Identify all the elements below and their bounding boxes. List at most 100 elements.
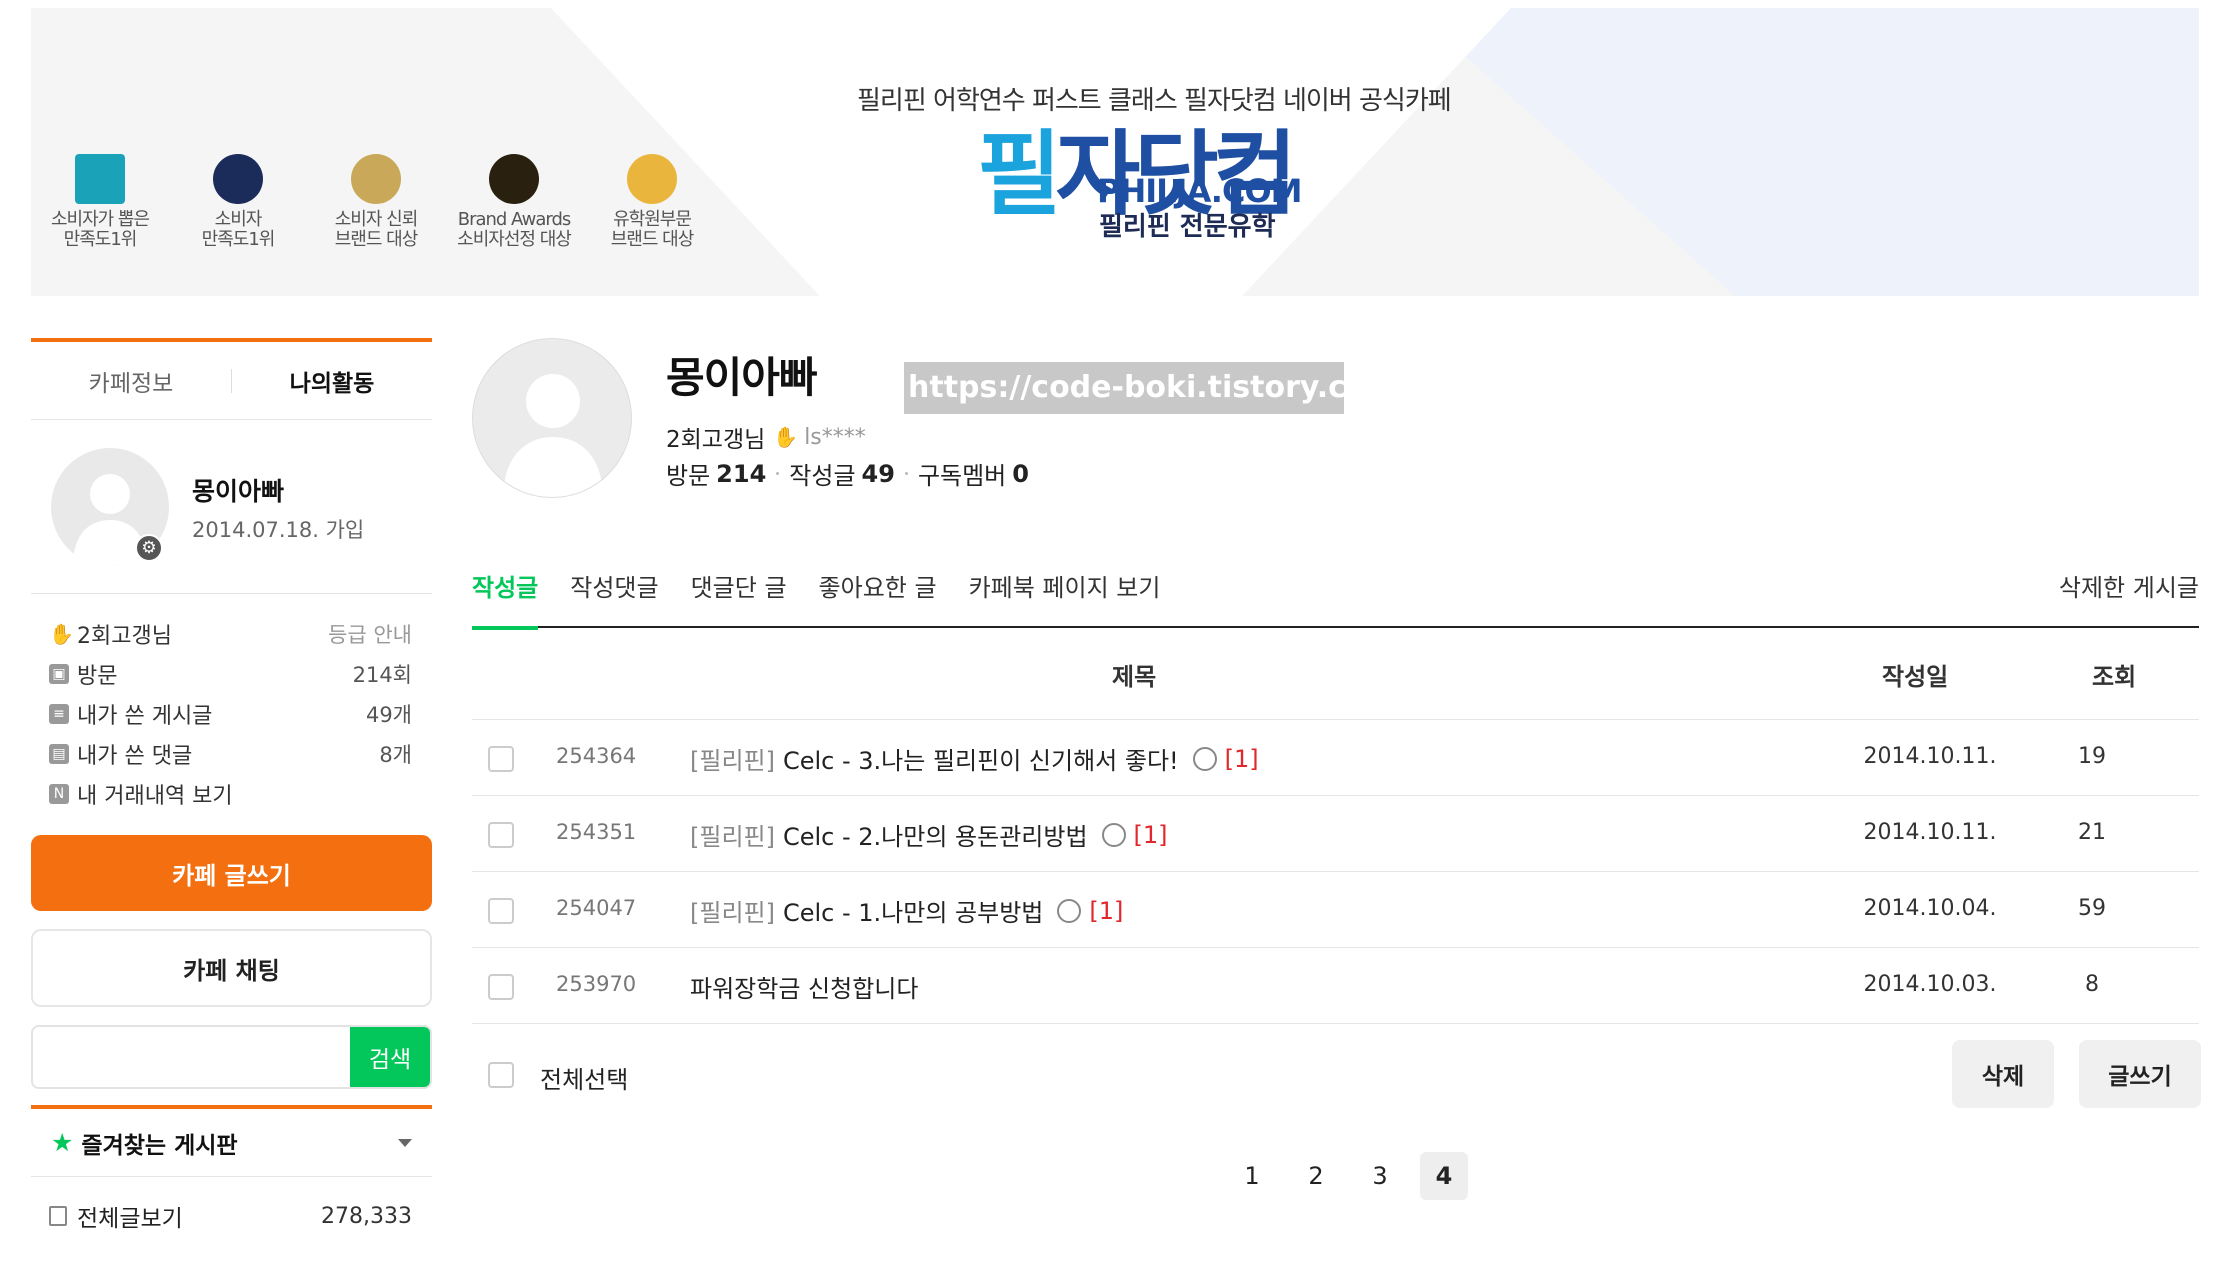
award-item: 소비자가 뽑은 만족도1위 [31, 154, 169, 250]
select-all-checkbox[interactable] [488, 1062, 514, 1088]
all-posts-label: 전체글보기 [77, 1206, 183, 1232]
row-checkbox[interactable] [488, 746, 514, 772]
kcsa-badge-icon [213, 154, 263, 204]
post-views: 21 [2078, 820, 2106, 845]
post-icon: ≡ [49, 704, 69, 724]
philja-logo[interactable]: 필자닷컴 PHILJA.COM 필리핀 전문유학 [977, 120, 1317, 242]
post-number: 254364 [556, 744, 637, 768]
ksci-badge-icon [75, 154, 125, 204]
column-views: 조회 [2092, 663, 2137, 691]
stat-value: 8개 [379, 743, 412, 767]
watermark-text: https://code-boki.tistory.com [904, 362, 1398, 414]
search-input[interactable] [33, 1027, 350, 1087]
default-avatar-icon [503, 374, 603, 497]
crown-badge-icon [351, 154, 401, 204]
award-item: 유학원부문 브랜드 대상 [583, 154, 721, 250]
page-button[interactable]: 1 [1228, 1152, 1276, 1200]
comment-count[interactable]: [1] [1225, 745, 1259, 773]
post-number: 253970 [556, 972, 637, 996]
write-button[interactable]: 글쓰기 [2079, 1040, 2201, 1108]
post-title-link[interactable]: [필리핀] Celc - 1.나만의 공부방법 [1] [690, 893, 1123, 928]
table-row: 254364 [필리핀] Celc - 3.나는 필리핀이 신기해서 좋다! [… [472, 720, 2199, 796]
page-button[interactable]: 2 [1292, 1152, 1340, 1200]
search-button[interactable]: 검색 [350, 1027, 430, 1087]
cafe-search: 검색 [31, 1025, 432, 1089]
post-title: 파워장학금 신청합니다 [690, 975, 919, 1003]
post-title-link[interactable]: [필리핀] Celc - 3.나는 필리핀이 신기해서 좋다! [1] [690, 741, 1259, 776]
post-title: Celc - 3.나는 필리핀이 신기해서 좋다! [782, 747, 1179, 775]
stat-label: 내가 쓴 댓글 [77, 744, 193, 769]
comment-count[interactable]: [1] [1134, 821, 1168, 849]
post-views: 59 [2078, 896, 2106, 921]
tab-cafebook[interactable]: 카페북 페이지 보기 [969, 548, 1161, 628]
profile-joined: 2014.07.18. 가입 [192, 518, 365, 542]
chevron-down-icon [398, 1138, 412, 1147]
stat-transactions[interactable]: N 내 거래내역 보기 [31, 774, 432, 814]
sidebar-tabs: 카페정보 나의활동 [31, 338, 432, 420]
award-item: 소비자 신뢰 브랜드 대상 [307, 154, 445, 250]
visit-label: 방문 [666, 462, 711, 490]
select-all-label[interactable]: 전체선택 [540, 1060, 628, 1095]
grade-guide-link[interactable]: 등급 안내 [328, 619, 412, 649]
stat-posts[interactable]: ≡ 내가 쓴 게시글 49개 [31, 694, 432, 734]
posts-label: 작성글 [789, 462, 856, 490]
banner-tagline: 필리핀 어학연수 퍼스트 클래스 필자닷컴 네이버 공식카페 [857, 86, 1452, 116]
tab-cafe-info[interactable]: 카페정보 [31, 364, 231, 398]
post-title: Celc - 1.나만의 공부방법 [782, 899, 1044, 927]
row-checkbox[interactable] [488, 974, 514, 1000]
favorite-boards-toggle[interactable]: ★ 즐겨찾는 게시판 [31, 1105, 432, 1177]
tab-my-comments[interactable]: 작성댓글 [570, 548, 658, 628]
cafe-chat-button[interactable]: 카페 채팅 [31, 929, 432, 1007]
post-title-link[interactable]: 파워장학금 신청합니다 [690, 969, 918, 1004]
tab-liked-posts[interactable]: 좋아요한 글 [819, 548, 937, 628]
column-date: 작성일 [1882, 663, 1949, 691]
member-id: ls**** [804, 424, 866, 450]
table-actions: 전체선택 삭제 글쓰기 [472, 1040, 2201, 1110]
subscribers-label: 구독멤버 [917, 462, 1007, 490]
table-header: 제목 작성일 조회 [472, 630, 2199, 720]
cafe-banner[interactable]: 필리핀 어학연수 퍼스트 클래스 필자닷컴 네이버 공식카페 필자닷컴 PHIL… [31, 8, 2199, 296]
visit-icon: ▣ [49, 664, 69, 684]
post-views: 8 [2085, 972, 2099, 997]
award-label: 유학원부문 브랜드 대상 [610, 209, 695, 250]
post-head: [필리핀] [690, 823, 775, 851]
table-row: 254351 [필리핀] Celc - 2.나만의 용돈관리방법 [1] 201… [472, 796, 2199, 872]
table-row: 254047 [필리핀] Celc - 1.나만의 공부방법 [1] 2014.… [472, 872, 2199, 948]
stat-visit: ▣ 방문 214회 [31, 654, 432, 694]
comment-count[interactable]: [1] [1089, 897, 1123, 925]
post-title-link[interactable]: [필리핀] Celc - 2.나만의 용돈관리방법 [1] [690, 817, 1168, 852]
posts-table: 254364 [필리핀] Celc - 3.나는 필리핀이 신기해서 좋다! [… [472, 720, 2199, 1024]
award-label: 소비자가 뽑은 만족도1위 [50, 209, 150, 250]
favorite-boards-label: 즐겨찾는 게시판 [81, 1132, 238, 1159]
activity-tabs: 작성글 작성댓글 댓글단 글 좋아요한 글 카페북 페이지 보기 삭제한 게시글 [472, 548, 2199, 630]
profile-name: 몽이아빠 [192, 477, 285, 506]
stat-label: 내가 쓴 게시글 [77, 704, 213, 729]
cafe-write-button[interactable]: 카페 글쓰기 [31, 835, 432, 911]
comment-icon: ▤ [49, 744, 69, 764]
stat-comments[interactable]: ▤ 내가 쓴 댓글 8개 [31, 734, 432, 774]
tab-commented-posts[interactable]: 댓글단 글 [691, 548, 787, 628]
brand-awards-badge-icon [489, 154, 539, 204]
award-label: Brand Awards 소비자선정 대상 [457, 209, 572, 250]
stat-label: 방문 [77, 664, 118, 689]
row-checkbox[interactable] [488, 898, 514, 924]
stat-value: 214회 [352, 663, 412, 687]
all-posts-link[interactable]: 전체글보기 278,333 [31, 1191, 432, 1241]
page-button-current[interactable]: 4 [1420, 1152, 1468, 1200]
row-checkbox[interactable] [488, 822, 514, 848]
delete-button[interactable]: 삭제 [1952, 1040, 2054, 1108]
gear-icon[interactable]: ⚙ [135, 534, 163, 562]
tab-deleted-posts[interactable]: 삭제한 게시글 [2059, 548, 2199, 628]
award-label: 소비자 신뢰 브랜드 대상 [334, 209, 419, 250]
hand-icon: ✋ [49, 622, 74, 646]
grade-label: 2회고갱님 [666, 427, 766, 453]
separator-dot [904, 472, 908, 475]
image-attached-icon [1192, 746, 1217, 771]
page-button[interactable]: 3 [1356, 1152, 1404, 1200]
post-number: 254351 [556, 820, 637, 844]
profile-box: ⚙ 몽이아빠 2014.07.18. 가입 [31, 420, 432, 594]
post-number: 254047 [556, 896, 637, 920]
tab-my-posts[interactable]: 작성글 [472, 548, 539, 630]
tab-my-activity[interactable]: 나의활동 [232, 364, 432, 398]
logo-korean: 필리핀 전문유학 [1099, 212, 1276, 242]
